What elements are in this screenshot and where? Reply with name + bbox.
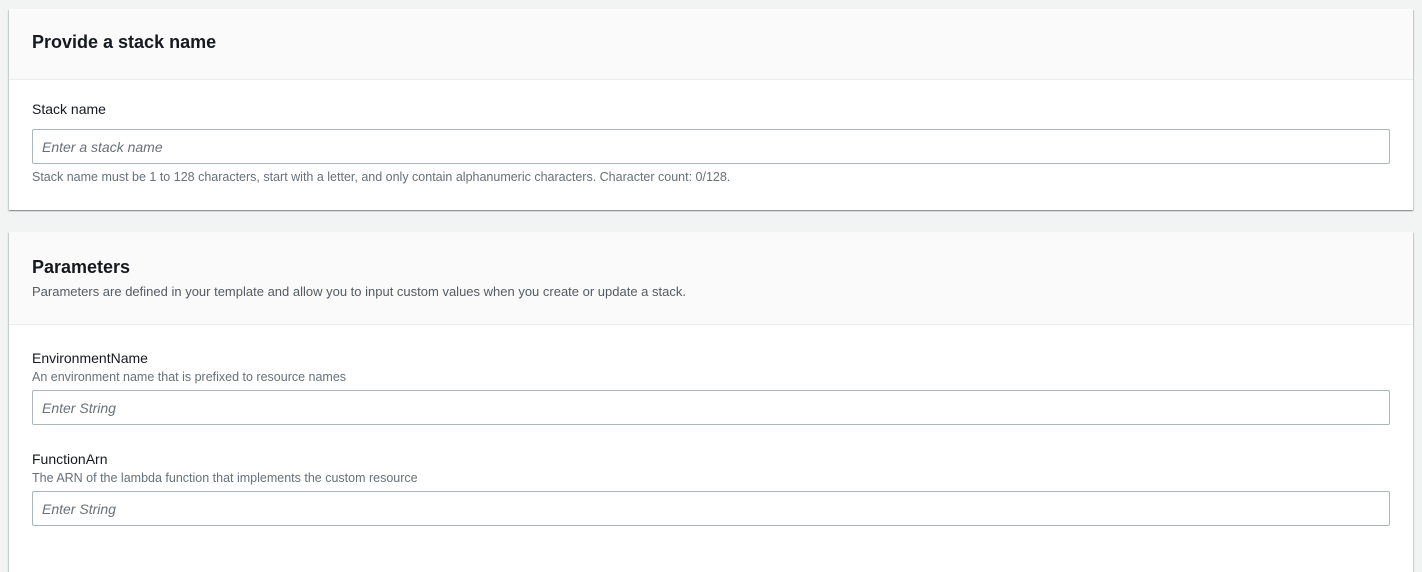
param-label: EnvironmentName [32, 350, 148, 366]
stack-name-panel: Provide a stack name Stack name Stack na… [9, 9, 1413, 210]
stack-name-input[interactable] [32, 129, 1390, 164]
function-arn-input[interactable] [32, 491, 1390, 526]
stack-name-label: Stack name [32, 101, 106, 117]
environment-name-input[interactable] [32, 390, 1390, 425]
stack-name-help: Stack name must be 1 to 128 characters, … [32, 170, 731, 184]
param-environment-name: EnvironmentName An environment name that… [32, 350, 1390, 425]
param-description: The ARN of the lambda function that impl… [32, 471, 418, 485]
param-label: FunctionArn [32, 451, 108, 467]
stack-name-panel-title: Provide a stack name [32, 32, 217, 52]
param-description: An environment name that is prefixed to … [32, 370, 347, 384]
param-function-arn: FunctionArn The ARN of the lambda functi… [32, 451, 1390, 526]
parameters-panel-description: Parameters are defined in your template … [32, 284, 686, 299]
parameters-panel-title: Parameters [32, 257, 131, 277]
parameters-panel: Parameters Parameters are defined in you… [9, 232, 1413, 572]
